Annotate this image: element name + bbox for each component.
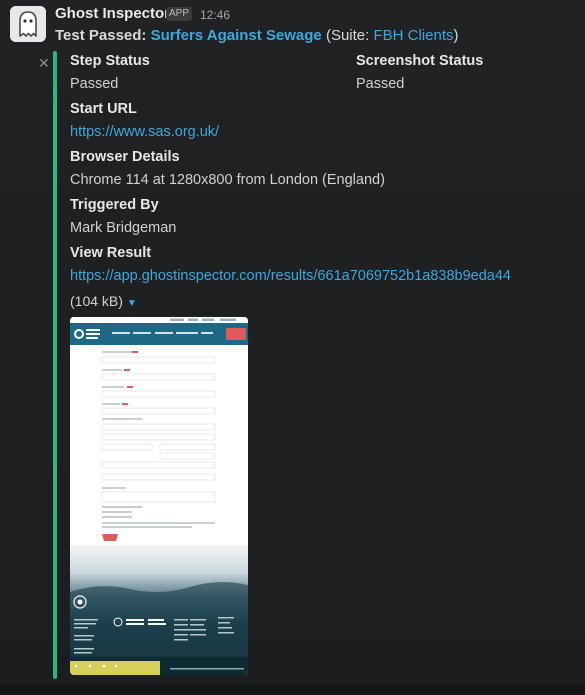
ghost-icon[interactable] xyxy=(10,6,46,42)
timestamp[interactable]: 12:46 xyxy=(200,8,230,22)
attachment-size-label: (104 kB) xyxy=(70,293,123,309)
app-name[interactable]: Ghost Inspector xyxy=(55,5,170,22)
triggered-by-title: Triggered By xyxy=(70,197,159,213)
view-result-title: View Result xyxy=(70,245,152,261)
screenshot-thumbnail-image xyxy=(70,317,248,675)
view-result-link[interactable]: https://app.ghostinspector.com/results/6… xyxy=(70,268,511,284)
start-url-title: Start URL xyxy=(70,101,137,117)
bottom-bar xyxy=(0,683,585,695)
step-status-value: Passed xyxy=(70,76,119,92)
message-title: Test Passed: Surfers Against Sewage (Sui… xyxy=(55,27,459,44)
browser-details-title: Browser Details xyxy=(70,149,180,165)
caret-down-icon[interactable]: ▼ xyxy=(127,298,137,309)
close-icon[interactable]: ✕ xyxy=(38,55,50,72)
test-name-link[interactable]: Surfers Against Sewage xyxy=(151,27,322,44)
screenshot-status-title: Screenshot Status xyxy=(356,53,484,69)
test-status-prefix: Test Passed: xyxy=(55,27,147,44)
app-badge: APP xyxy=(166,7,193,21)
suite-open: (Suite: xyxy=(325,27,370,44)
screenshot-status-value: Passed xyxy=(356,76,405,92)
triggered-by-value: Mark Bridgeman xyxy=(70,220,177,236)
suite-name-link[interactable]: FBH Clients xyxy=(373,27,453,44)
attachment-accent-bar xyxy=(53,51,57,679)
step-status-title: Step Status xyxy=(70,53,150,69)
screenshot-thumbnail[interactable] xyxy=(70,317,248,675)
attachment-size[interactable]: (104 kB) ▼ xyxy=(70,293,137,309)
browser-details-value: Chrome 114 at 1280x800 from London (Engl… xyxy=(70,172,385,188)
start-url-link[interactable]: https://www.sas.org.uk/ xyxy=(70,124,219,140)
suite-close: ) xyxy=(453,27,459,44)
